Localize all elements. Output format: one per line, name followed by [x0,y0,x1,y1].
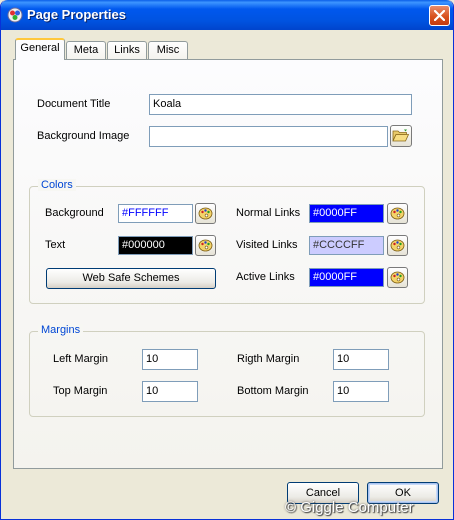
general-tab-panel: Document Title Koala Background Image Co… [13,59,443,469]
background-color-picker-button[interactable] [195,203,216,224]
margins-group-title: Margins [38,324,84,336]
visited-links-picker-button[interactable] [387,235,408,256]
palette-icon [390,207,405,220]
background-image-label: Background Image [37,130,130,142]
web-safe-schemes-button[interactable]: Web Safe Schemes [46,268,216,289]
palette-icon [198,239,213,252]
visited-links-label: Visited Links [236,239,298,251]
colors-group-title: Colors [38,179,76,191]
top-margin-input[interactable]: 10 [142,381,198,402]
normal-links-label: Normal Links [236,207,301,219]
bottom-margin-input[interactable]: 10 [333,381,389,402]
palette-icon [198,207,213,220]
text-color-swatch[interactable]: #000000 [118,236,193,255]
background-image-input[interactable] [149,126,388,147]
background-color-swatch[interactable]: #FFFFFF [118,204,193,223]
palette-icon [390,239,405,252]
close-icon [434,10,445,21]
tab-general[interactable]: General [15,38,65,60]
palette-icon [390,271,405,284]
document-title-label: Document Title [37,98,111,110]
colors-group: Colors Background #FFFFFF Text #000000 W… [29,179,425,304]
margins-group: Margins Left Margin 10 Rigth Margin 10 T… [29,324,425,417]
active-links-picker-button[interactable] [387,267,408,288]
document-title-input[interactable]: Koala [149,94,412,115]
right-margin-input[interactable]: 10 [333,349,389,370]
tab-links[interactable]: Links [107,41,147,59]
background-color-label: Background [45,207,104,219]
left-margin-input[interactable]: 10 [142,349,198,370]
tab-meta[interactable]: Meta [66,41,106,59]
bottom-margin-label: Bottom Margin [237,385,309,397]
active-links-label: Active Links [236,271,295,283]
normal-links-picker-button[interactable] [387,203,408,224]
visited-links-swatch[interactable]: #CCCCFF [309,236,384,255]
top-margin-label: Top Margin [53,385,108,397]
normal-links-swatch[interactable]: #0000FF [309,204,384,223]
watermark-text: © Giggle Computer [285,499,414,516]
window-title: Page Properties [27,7,126,22]
left-margin-label: Left Margin [53,353,109,365]
app-icon [7,7,23,23]
folder-open-icon [392,129,410,142]
text-color-label: Text [45,239,66,251]
tab-misc[interactable]: Misc [148,41,188,59]
title-bar[interactable]: Page Properties [1,0,453,30]
text-color-picker-button[interactable] [195,235,216,256]
browse-folder-button[interactable] [390,125,412,147]
close-button[interactable] [429,5,450,26]
active-links-swatch[interactable]: #0000FF [309,268,384,287]
page-properties-dialog: Page Properties General Meta Links Misc … [0,0,454,520]
right-margin-label: Rigth Margin [237,353,300,365]
